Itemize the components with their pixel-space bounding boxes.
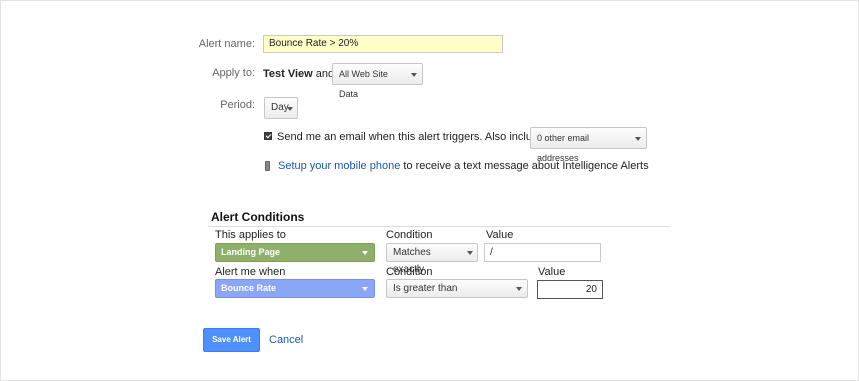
- apply-to-view: Test View and: [263, 68, 334, 80]
- applies-value-header: Value: [486, 229, 514, 241]
- dimension-dropdown-label: Landing Page: [221, 247, 281, 257]
- section-divider: [208, 226, 670, 227]
- chevron-down-icon: [467, 251, 473, 255]
- apply-to-label: Apply to:: [212, 67, 255, 79]
- match-value-input[interactable]: /: [484, 243, 601, 262]
- data-view-dropdown-label: All Web Site Data: [339, 69, 388, 99]
- chevron-down-icon: [635, 137, 641, 141]
- chevron-down-icon: [411, 73, 417, 77]
- mobile-phone-icon: [265, 161, 270, 171]
- metric-dropdown-label: Bounce Rate: [221, 283, 277, 293]
- threshold-condition-dropdown-label: Is greater than: [393, 283, 458, 294]
- applies-to-header: This applies to: [215, 229, 286, 241]
- mobile-row: Setup your mobile phone to receive a tex…: [278, 160, 649, 172]
- threshold-value-input[interactable]: 20: [537, 280, 603, 299]
- chevron-down-icon: [287, 107, 293, 111]
- save-alert-button[interactable]: Save Alert: [203, 328, 260, 352]
- alert-value-header: Value: [538, 266, 566, 278]
- data-view-dropdown[interactable]: All Web Site Data: [332, 63, 423, 99]
- view-name: Test View: [263, 68, 313, 80]
- alert-name-input[interactable]: Bounce Rate > 20%: [263, 35, 503, 53]
- match-condition-dropdown[interactable]: Matches exactly: [386, 243, 478, 275]
- alert-condition-header: Condition: [386, 266, 433, 278]
- other-emails-dropdown-label: 0 other email addresses: [537, 133, 590, 163]
- alert-name-label: Alert name:: [198, 38, 255, 50]
- other-emails-dropdown[interactable]: 0 other email addresses: [530, 127, 647, 163]
- dimension-dropdown[interactable]: Landing Page: [215, 243, 375, 262]
- email-checkbox[interactable]: [264, 132, 272, 140]
- setup-mobile-link[interactable]: Setup your mobile phone: [278, 160, 400, 172]
- alert-form-panel: Alert name: Bounce Rate > 20% Apply to: …: [0, 0, 859, 381]
- chevron-down-icon: [516, 287, 522, 291]
- period-dropdown[interactable]: Day: [264, 97, 298, 119]
- alert-when-header: Alert me when: [215, 266, 286, 278]
- chevron-down-icon: [362, 251, 368, 255]
- email-option-text: Send me an email when this alert trigger…: [277, 131, 545, 143]
- cancel-button[interactable]: Cancel: [269, 334, 303, 346]
- chevron-down-icon: [362, 287, 368, 291]
- alert-conditions-title: Alert Conditions: [211, 210, 305, 224]
- applies-condition-header: Condition: [386, 229, 433, 241]
- mobile-row-text: to receive a text message about Intellig…: [403, 160, 649, 172]
- threshold-condition-dropdown[interactable]: Is greater than: [386, 279, 528, 298]
- period-label: Period:: [220, 99, 255, 111]
- metric-dropdown[interactable]: Bounce Rate: [215, 279, 375, 298]
